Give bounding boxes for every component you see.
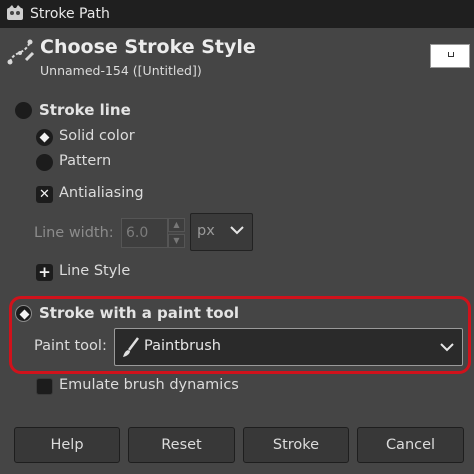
title-bar: Stroke Path bbox=[0, 0, 474, 28]
cancel-button[interactable]: Cancel bbox=[357, 427, 464, 463]
antialiasing-label: Antialiasing bbox=[59, 185, 144, 201]
image-name: Unnamed-154 ([Untitled]) bbox=[40, 63, 202, 78]
paint-tool-label: Paint tool: bbox=[34, 338, 107, 354]
paint-tool-value: Paintbrush bbox=[144, 338, 221, 354]
dialog-heading: Choose Stroke Style bbox=[40, 36, 256, 58]
line-style-label[interactable]: Line Style bbox=[59, 263, 130, 279]
chevron-down-icon bbox=[230, 226, 244, 235]
stroke-line-radio[interactable] bbox=[15, 102, 32, 119]
decrement-icon[interactable]: ▼ bbox=[168, 234, 185, 248]
emulate-dynamics-label: Emulate brush dynamics bbox=[59, 377, 239, 393]
paint-tool-select[interactable]: Paintbrush bbox=[114, 328, 463, 366]
line-width-input[interactable]: 6.0 bbox=[121, 218, 168, 248]
pattern-radio[interactable] bbox=[36, 154, 53, 171]
solid-color-label: Solid color bbox=[59, 128, 135, 144]
gimp-icon bbox=[7, 5, 23, 20]
pattern-label: Pattern bbox=[59, 153, 112, 169]
antialiasing-checkbox[interactable]: ✕ bbox=[36, 186, 53, 203]
emulate-dynamics-checkbox[interactable] bbox=[36, 378, 53, 395]
reset-button[interactable]: Reset bbox=[128, 427, 235, 463]
line-width-label: Line width: bbox=[34, 225, 114, 241]
line-width-stepper[interactable]: ▲ ▼ bbox=[168, 218, 185, 248]
unit-select[interactable]: px bbox=[190, 213, 253, 251]
paint-tool-radio[interactable] bbox=[15, 305, 32, 322]
paint-tool-section-label: Stroke with a paint tool bbox=[39, 304, 240, 322]
stroke-button[interactable]: Stroke bbox=[243, 427, 349, 463]
chevron-down-icon bbox=[440, 343, 454, 352]
stroke-path-icon bbox=[7, 39, 35, 65]
window-title: Stroke Path bbox=[30, 6, 110, 22]
paintbrush-icon bbox=[123, 337, 139, 357]
path-preview bbox=[430, 44, 470, 68]
help-button[interactable]: Help bbox=[14, 427, 120, 463]
line-style-expander[interactable]: + bbox=[36, 264, 53, 281]
increment-icon[interactable]: ▲ bbox=[168, 218, 185, 232]
solid-color-radio[interactable] bbox=[36, 129, 53, 146]
unit-value: px bbox=[197, 223, 215, 239]
stroke-line-label: Stroke line bbox=[39, 101, 131, 119]
